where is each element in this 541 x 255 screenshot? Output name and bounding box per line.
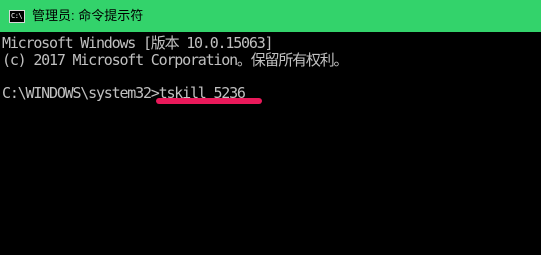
- console-output[interactable]: Microsoft Windows [版本 10.0.15063] (c) 20…: [0, 32, 541, 255]
- window-title: 管理员: 命令提示符: [32, 8, 144, 23]
- command-prompt-window: C:\ 管理员: 命令提示符 Microsoft Windows [版本 10.…: [0, 0, 541, 255]
- cmd-icon-text: C:\: [11, 11, 23, 20]
- command-highlight-underline: [156, 98, 262, 104]
- version-line: Microsoft Windows [版本 10.0.15063]: [2, 34, 274, 52]
- title-bar[interactable]: C:\ 管理员: 命令提示符: [0, 0, 541, 32]
- prompt-text: C:\WINDOWS\system32>: [2, 84, 160, 102]
- cmd-icon: C:\: [9, 9, 25, 23]
- copyright-line: (c) 2017 Microsoft Corporation。保留所有权利。: [2, 51, 349, 69]
